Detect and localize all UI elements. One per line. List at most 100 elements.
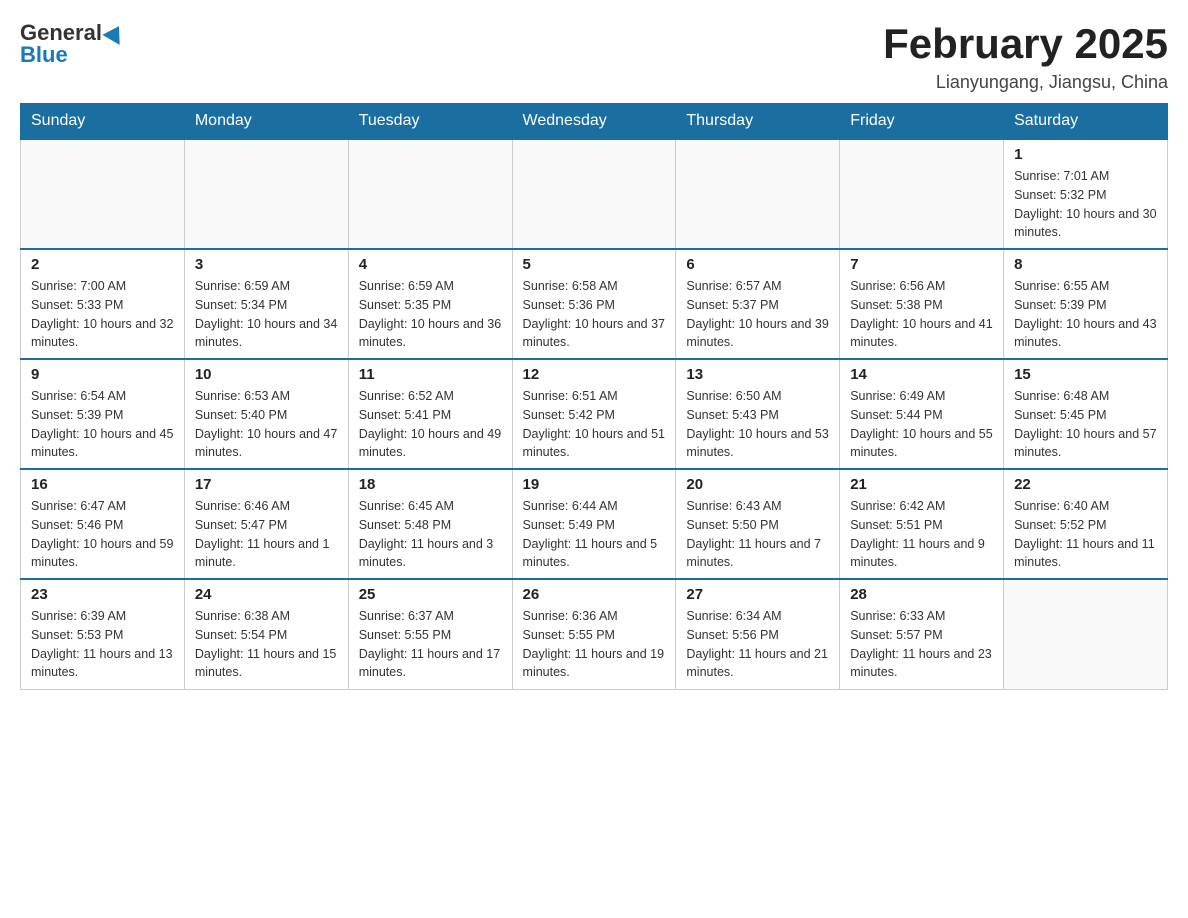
- title-block: February 2025 Lianyungang, Jiangsu, Chin…: [883, 20, 1168, 93]
- week-row-3: 9 Sunrise: 6:54 AMSunset: 5:39 PMDaylight…: [21, 359, 1168, 469]
- table-row: 14 Sunrise: 6:49 AMSunset: 5:44 PMDayligh…: [840, 359, 1004, 469]
- header-thursday: Thursday: [676, 104, 840, 140]
- day-info: Sunrise: 6:46 AMSunset: 5:47 PMDaylight:…: [195, 497, 338, 572]
- header-friday: Friday: [840, 104, 1004, 140]
- day-number: 14: [850, 366, 993, 383]
- table-row: 13 Sunrise: 6:50 AMSunset: 5:43 PMDayligh…: [676, 359, 840, 469]
- table-row: [1004, 579, 1168, 689]
- day-number: 27: [686, 586, 829, 603]
- table-row: 1Sunrise: 7:01 AMSunset: 5:32 PMDaylight…: [1004, 139, 1168, 249]
- day-info: Sunrise: 6:55 AMSunset: 5:39 PMDaylight:…: [1014, 277, 1157, 352]
- day-number: 22: [1014, 476, 1157, 493]
- table-row: [21, 139, 185, 249]
- day-number: 7: [850, 256, 993, 273]
- day-info: Sunrise: 6:42 AMSunset: 5:51 PMDaylight:…: [850, 497, 993, 572]
- day-info: Sunrise: 6:54 AMSunset: 5:39 PMDaylight:…: [31, 387, 174, 462]
- table-row: 11 Sunrise: 6:52 AMSunset: 5:41 PMDayligh…: [348, 359, 512, 469]
- day-info: Sunrise: 6:40 AMSunset: 5:52 PMDaylight:…: [1014, 497, 1157, 572]
- day-number: 13: [686, 366, 829, 383]
- day-info: Sunrise: 6:39 AMSunset: 5:53 PMDaylight:…: [31, 607, 174, 682]
- table-row: 17 Sunrise: 6:46 AMSunset: 5:47 PMDayligh…: [184, 469, 348, 579]
- day-info: Sunrise: 6:56 AMSunset: 5:38 PMDaylight:…: [850, 277, 993, 352]
- table-row: [512, 139, 676, 249]
- table-row: 16 Sunrise: 6:47 AMSunset: 5:46 PMDayligh…: [21, 469, 185, 579]
- week-row-5: 23 Sunrise: 6:39 AMSunset: 5:53 PMDayligh…: [21, 579, 1168, 689]
- table-row: 23 Sunrise: 6:39 AMSunset: 5:53 PMDayligh…: [21, 579, 185, 689]
- table-row: 2 Sunrise: 7:00 AMSunset: 5:33 PMDaylight…: [21, 249, 185, 359]
- table-row: 24Sunrise: 6:38 AMSunset: 5:54 PMDayligh…: [184, 579, 348, 689]
- day-number: 16: [31, 476, 174, 493]
- day-info: Sunrise: 6:48 AMSunset: 5:45 PMDaylight:…: [1014, 387, 1157, 462]
- day-info: Sunrise: 6:58 AMSunset: 5:36 PMDaylight:…: [523, 277, 666, 352]
- day-info: Sunrise: 6:33 AMSunset: 5:57 PMDaylight:…: [850, 607, 993, 682]
- day-number: 1: [1014, 146, 1157, 163]
- day-info: Sunrise: 6:53 AMSunset: 5:40 PMDaylight:…: [195, 387, 338, 462]
- day-info: Sunrise: 6:52 AMSunset: 5:41 PMDaylight:…: [359, 387, 502, 462]
- day-info: Sunrise: 6:34 AMSunset: 5:56 PMDaylight:…: [686, 607, 829, 682]
- table-row: [348, 139, 512, 249]
- calendar-title: February 2025: [883, 20, 1168, 68]
- header-sunday: Sunday: [21, 104, 185, 140]
- day-info: Sunrise: 7:00 AMSunset: 5:33 PMDaylight:…: [31, 277, 174, 352]
- calendar-header-row: Sunday Monday Tuesday Wednesday Thursday…: [21, 104, 1168, 140]
- week-row-2: 2 Sunrise: 7:00 AMSunset: 5:33 PMDaylight…: [21, 249, 1168, 359]
- header-saturday: Saturday: [1004, 104, 1168, 140]
- day-info: Sunrise: 6:47 AMSunset: 5:46 PMDaylight:…: [31, 497, 174, 572]
- day-number: 4: [359, 256, 502, 273]
- table-row: 8 Sunrise: 6:55 AMSunset: 5:39 PMDaylight…: [1004, 249, 1168, 359]
- day-number: 2: [31, 256, 174, 273]
- day-number: 10: [195, 366, 338, 383]
- day-number: 20: [686, 476, 829, 493]
- day-info: Sunrise: 6:59 AMSunset: 5:34 PMDaylight:…: [195, 277, 338, 352]
- day-number: 23: [31, 586, 174, 603]
- day-number: 25: [359, 586, 502, 603]
- day-number: 3: [195, 256, 338, 273]
- day-number: 26: [523, 586, 666, 603]
- table-row: 20Sunrise: 6:43 AMSunset: 5:50 PMDayligh…: [676, 469, 840, 579]
- table-row: 3 Sunrise: 6:59 AMSunset: 5:34 PMDaylight…: [184, 249, 348, 359]
- logo: General Blue: [20, 20, 125, 68]
- day-number: 21: [850, 476, 993, 493]
- day-info: Sunrise: 6:44 AMSunset: 5:49 PMDaylight:…: [523, 497, 666, 572]
- day-info: Sunrise: 6:37 AMSunset: 5:55 PMDaylight:…: [359, 607, 502, 682]
- day-info: Sunrise: 6:49 AMSunset: 5:44 PMDaylight:…: [850, 387, 993, 462]
- table-row: 22 Sunrise: 6:40 AMSunset: 5:52 PMDayligh…: [1004, 469, 1168, 579]
- table-row: 19 Sunrise: 6:44 AMSunset: 5:49 PMDayligh…: [512, 469, 676, 579]
- table-row: 9 Sunrise: 6:54 AMSunset: 5:39 PMDaylight…: [21, 359, 185, 469]
- table-row: 25 Sunrise: 6:37 AMSunset: 5:55 PMDayligh…: [348, 579, 512, 689]
- day-info: Sunrise: 6:50 AMSunset: 5:43 PMDaylight:…: [686, 387, 829, 462]
- calendar-subtitle: Lianyungang, Jiangsu, China: [883, 72, 1168, 93]
- header-wednesday: Wednesday: [512, 104, 676, 140]
- day-number: 19: [523, 476, 666, 493]
- week-row-1: 1Sunrise: 7:01 AMSunset: 5:32 PMDaylight…: [21, 139, 1168, 249]
- day-info: Sunrise: 6:51 AMSunset: 5:42 PMDaylight:…: [523, 387, 666, 462]
- day-number: 12: [523, 366, 666, 383]
- day-number: 17: [195, 476, 338, 493]
- day-number: 8: [1014, 256, 1157, 273]
- day-info: Sunrise: 6:59 AMSunset: 5:35 PMDaylight:…: [359, 277, 502, 352]
- day-number: 9: [31, 366, 174, 383]
- day-info: Sunrise: 6:36 AMSunset: 5:55 PMDaylight:…: [523, 607, 666, 682]
- table-row: 15 Sunrise: 6:48 AMSunset: 5:45 PMDayligh…: [1004, 359, 1168, 469]
- table-row: 5 Sunrise: 6:58 AMSunset: 5:36 PMDaylight…: [512, 249, 676, 359]
- day-number: 11: [359, 366, 502, 383]
- table-row: 12 Sunrise: 6:51 AMSunset: 5:42 PMDayligh…: [512, 359, 676, 469]
- header-monday: Monday: [184, 104, 348, 140]
- logo-blue-text: Blue: [20, 42, 68, 68]
- table-row: 4 Sunrise: 6:59 AMSunset: 5:35 PMDaylight…: [348, 249, 512, 359]
- header-tuesday: Tuesday: [348, 104, 512, 140]
- day-number: 28: [850, 586, 993, 603]
- day-number: 24: [195, 586, 338, 603]
- day-number: 5: [523, 256, 666, 273]
- day-number: 6: [686, 256, 829, 273]
- table-row: 21 Sunrise: 6:42 AMSunset: 5:51 PMDayligh…: [840, 469, 1004, 579]
- table-row: 27 Sunrise: 6:34 AMSunset: 5:56 PMDayligh…: [676, 579, 840, 689]
- table-row: [840, 139, 1004, 249]
- day-info: Sunrise: 6:45 AMSunset: 5:48 PMDaylight:…: [359, 497, 502, 572]
- table-row: 7 Sunrise: 6:56 AMSunset: 5:38 PMDaylight…: [840, 249, 1004, 359]
- day-number: 15: [1014, 366, 1157, 383]
- table-row: 6Sunrise: 6:57 AMSunset: 5:37 PMDaylight…: [676, 249, 840, 359]
- week-row-4: 16 Sunrise: 6:47 AMSunset: 5:46 PMDayligh…: [21, 469, 1168, 579]
- table-row: 18Sunrise: 6:45 AMSunset: 5:48 PMDayligh…: [348, 469, 512, 579]
- page-header: General Blue February 2025 Lianyungang, …: [20, 20, 1168, 93]
